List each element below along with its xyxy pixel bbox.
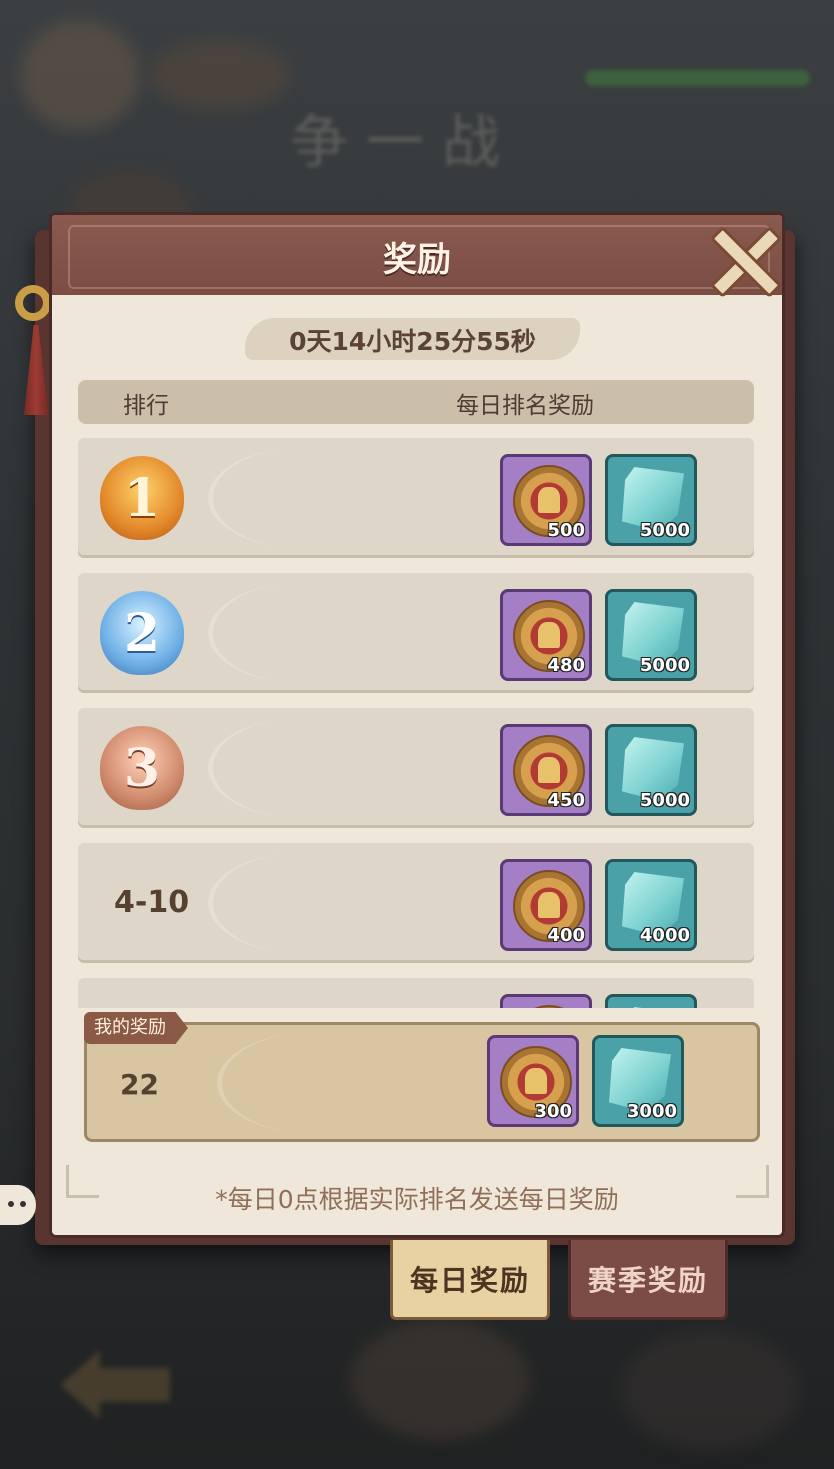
gem-reward-icon[interactable]: 3000 <box>592 1035 684 1127</box>
swirl-decoration <box>208 853 393 953</box>
swirl-decoration <box>208 448 393 548</box>
table-row: 2 480 5000 <box>78 573 754 693</box>
reward-list[interactable]: 1 500 5000 2 480 5000 3 450 5000 4-10 40… <box>78 438 754 1008</box>
table-row: 4-10 400 4000 <box>78 843 754 963</box>
swirl-decoration <box>208 718 393 818</box>
my-rank-value: 22 <box>120 1068 159 1101</box>
gold-medal-icon: 1 <box>100 456 184 540</box>
gem-quantity: 5000 <box>639 655 690 676</box>
countdown-text: 0天14小时25分55秒 <box>289 327 536 356</box>
background-title: 争一战 <box>290 108 519 176</box>
gem-quantity: 5000 <box>639 520 690 541</box>
gem-reward-icon[interactable]: 5000 <box>605 724 697 816</box>
background-figure <box>20 20 140 130</box>
swirl-decoration <box>217 1033 402 1133</box>
dialog-title: 奖励 <box>383 240 451 280</box>
background-building <box>350 1320 530 1440</box>
coin-reward-icon[interactable]: 300 <box>487 1035 579 1127</box>
coin-quantity: 500 <box>547 520 585 541</box>
footnote-text: *每日0点根据实际排名发送每日奖励 <box>215 1185 619 1214</box>
coin-reward-icon[interactable]: 400 <box>500 859 592 951</box>
coin-quantity: 300 <box>534 1101 572 1122</box>
rank-range-text: 4-10 <box>114 885 190 920</box>
coin-quantity: 450 <box>547 790 585 811</box>
silver-medal-icon: 2 <box>100 591 184 675</box>
table-header <box>78 380 754 424</box>
gem-quantity: 5000 <box>639 790 690 811</box>
coin-quantity: 480 <box>547 655 585 676</box>
swirl-decoration <box>208 583 393 683</box>
bronze-medal-icon: 3 <box>100 726 184 810</box>
coin-reward-icon[interactable]: 480 <box>500 589 592 681</box>
background-building <box>620 1330 800 1450</box>
column-header-reward: 每日排名奖励 <box>456 393 594 419</box>
table-row: 3 450 5000 <box>78 708 754 828</box>
coin-reward-icon[interactable]: 450 <box>500 724 592 816</box>
my-reward-box: 300 3000 <box>84 1022 760 1142</box>
gem-quantity: 4000 <box>639 925 690 946</box>
column-header-rank: 排行 <box>123 393 169 419</box>
gem-quantity: 3000 <box>626 1101 677 1122</box>
back-arrow-icon[interactable] <box>60 1350 186 1420</box>
my-reward-tag: 我的奖励 <box>84 1012 188 1044</box>
background-progress-bar <box>585 70 810 86</box>
gem-reward-icon[interactable]: 4000 <box>605 859 697 951</box>
gem-reward-icon[interactable]: 5000 <box>605 589 697 681</box>
table-row: 1 500 5000 <box>78 438 754 558</box>
gem-reward-icon[interactable] <box>605 994 697 1008</box>
tab-daily-reward[interactable]: 每日奖励 <box>390 1240 550 1320</box>
tab-season-reward[interactable]: 赛季奖励 <box>568 1240 728 1320</box>
tassel-ring-icon <box>15 285 51 321</box>
table-row <box>78 978 754 1008</box>
gem-reward-icon[interactable]: 5000 <box>605 454 697 546</box>
coin-reward-icon[interactable]: 500 <box>500 454 592 546</box>
background-figure <box>150 40 290 110</box>
chat-icon[interactable] <box>0 1185 36 1225</box>
close-icon[interactable] <box>705 222 777 294</box>
coin-quantity: 400 <box>547 925 585 946</box>
coin-reward-icon[interactable] <box>500 994 592 1008</box>
